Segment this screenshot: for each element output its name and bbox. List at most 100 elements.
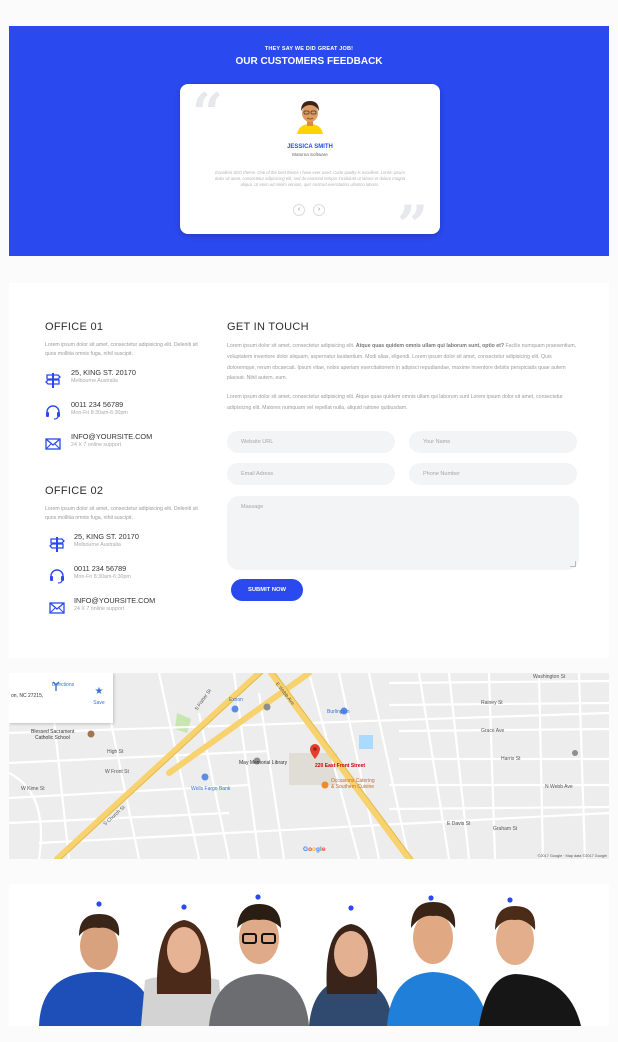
indicator-dot xyxy=(507,897,513,903)
map-info-panel: on, NC 27215, Directions ★ Save xyxy=(9,673,113,723)
map-label: W Kime St xyxy=(21,786,45,792)
gas-station-icon[interactable] xyxy=(231,705,239,713)
map-label: Wells Fargo Bank xyxy=(191,786,231,792)
map-label: May Memorial Library xyxy=(239,760,288,766)
envelope-icon xyxy=(49,602,65,614)
save-label: Save xyxy=(93,700,105,706)
map-label: Rainey St xyxy=(481,700,503,706)
email-subtext: 24 X 7 online support xyxy=(71,442,122,448)
email-input[interactable]: Email Adress xyxy=(227,463,395,485)
name-input[interactable]: Your Name xyxy=(409,431,577,453)
person-2 xyxy=(141,904,223,1026)
save-button[interactable]: ★ Save xyxy=(89,681,109,707)
phone-input[interactable]: Phone Number xyxy=(409,463,577,485)
directions-icon xyxy=(52,681,60,691)
open-quote-icon: “ xyxy=(192,81,224,145)
email-row: INFO@YOURSITE.COM 24 X 7 online support xyxy=(45,432,205,464)
phone-row: 0011 234 56789 Mon-Fri 8:30am-6:30pm xyxy=(45,400,205,432)
map-label: Catholic School xyxy=(35,735,70,741)
person-6 xyxy=(479,897,581,1026)
feedback-section: THEY SAY WE DID GREAT JOB! OUR CUSTOMERS… xyxy=(9,26,609,256)
pond xyxy=(359,735,373,749)
feedback-kicker: THEY SAY WE DID GREAT JOB! xyxy=(264,46,354,52)
headset-icon xyxy=(46,405,60,420)
office-title: OFFICE 01 xyxy=(45,321,104,333)
map-label: E Davis St xyxy=(447,821,471,827)
address-subtext: Melbourne Australia xyxy=(71,378,118,384)
chevron-right-icon[interactable]: › xyxy=(313,204,325,216)
map-label: Grace Ave xyxy=(481,728,505,734)
team-photo xyxy=(39,894,581,1026)
office-title: OFFICE 02 xyxy=(45,485,104,497)
testimonial-name: JESSICA SMITH xyxy=(287,144,333,150)
map-label: Washington St xyxy=(533,674,566,680)
person-3 xyxy=(209,894,309,1026)
submit-button[interactable]: SUBMIT NOW xyxy=(231,579,303,601)
marker-label: 220 East Front Street xyxy=(315,763,366,769)
map-address: on, NC 27215, xyxy=(11,693,44,699)
contact-title: GET IN TOUCH xyxy=(227,321,309,333)
map-label: & Southern Cuisine xyxy=(331,784,375,790)
contact-section: OFFICE 01 Lorem ipsum dolor sit amet, co… xyxy=(9,283,609,658)
indicator-dot xyxy=(255,894,261,900)
email-text[interactable]: INFO@YOURSITE.COM xyxy=(71,432,152,441)
directions-button[interactable]: Directions xyxy=(51,681,75,691)
indicator-dot xyxy=(348,905,354,911)
person-4 xyxy=(309,905,393,1026)
map-label: N Webb Ave xyxy=(545,784,573,790)
person-1 xyxy=(39,901,157,1026)
poi-icon[interactable] xyxy=(572,750,578,756)
office-description: Lorem ipsum dolor sit amet, consectetur … xyxy=(45,342,198,357)
para-text: Lorem ipsum dolor sit amet, consectetur … xyxy=(227,343,356,349)
indicator-dot xyxy=(428,895,434,901)
feedback-title: OUR CUSTOMERS FEEDBACK xyxy=(235,56,383,67)
email-text[interactable]: INFO@YOURSITE.COM xyxy=(74,596,155,605)
testimonial-text: Excellent SEO theme. One of the best the… xyxy=(214,170,406,187)
address-row: 25, KING ST. 20170 Melbourne Australia xyxy=(45,368,205,400)
park xyxy=(175,713,191,733)
google-logo: Google xyxy=(303,846,326,853)
phone-text[interactable]: 0011 234 56789 xyxy=(74,564,126,573)
signpost-icon xyxy=(49,537,65,552)
team-section xyxy=(9,884,609,1026)
contact-paragraph-2: Lorem ipsum dolor sit amet, consectetur … xyxy=(227,394,563,411)
testimonial-card: “ ” JESSICA SMITH Matorna Software Excel… xyxy=(180,81,440,252)
map-label: High St xyxy=(107,749,124,755)
school-icon[interactable] xyxy=(87,730,95,738)
message-textarea[interactable]: Massage xyxy=(227,496,579,570)
office-description: Lorem ipsum dolor sit amet, consectetur … xyxy=(45,506,198,521)
testimonial-role: Matorna Software xyxy=(292,152,328,157)
contact-paragraph-1: Lorem ipsum dolor sit amet, consectetur … xyxy=(227,341,579,384)
map-label: W Front St xyxy=(105,769,129,775)
map-label: Burlington xyxy=(327,709,350,715)
address-subtext: Melbourne Australia xyxy=(74,542,121,548)
map-label: Harris St xyxy=(501,756,521,762)
email-row: INFO@YOURSITE.COM 24 X 7 online support xyxy=(45,596,205,628)
address-text: 25, KING ST. 20170 xyxy=(71,368,136,377)
place-of-worship-icon[interactable] xyxy=(263,703,271,711)
chevron-left-icon[interactable]: ‹ xyxy=(293,204,305,216)
close-quote-icon: ” xyxy=(396,193,428,257)
get-in-touch: GET IN TOUCH Lorem ipsum dolor sit amet,… xyxy=(227,321,579,414)
address-text: 25, KING ST. 20170 xyxy=(74,532,139,541)
envelope-icon xyxy=(45,438,61,450)
phone-text[interactable]: 0011 234 56789 xyxy=(71,400,123,409)
phone-subtext: Mon-Fri 8:30am-6:30pm xyxy=(71,410,128,416)
bank-icon[interactable] xyxy=(201,773,209,781)
avatar xyxy=(297,101,323,134)
person-5 xyxy=(387,895,489,1026)
headset-icon xyxy=(50,569,64,584)
para-bold-text: Atque quas quidem omnis ullam qui laboru… xyxy=(355,343,505,349)
indicator-dot xyxy=(96,901,102,907)
email-subtext: 24 X 7 online support xyxy=(74,606,125,612)
office-02: OFFICE 02 Lorem ipsum dolor sit amet, co… xyxy=(45,485,205,628)
map[interactable]: on, NC 27215, Directions ★ Save Blessed … xyxy=(9,673,609,859)
building-block xyxy=(289,753,337,785)
star-icon: ★ xyxy=(94,686,104,697)
signpost-icon xyxy=(45,373,61,388)
website-input[interactable]: Website URL xyxy=(227,431,395,453)
restaurant-icon[interactable] xyxy=(321,781,329,789)
map-copyright: ©2017 Google · Map data ©2017 Google xyxy=(537,854,607,858)
map-label: Graham St xyxy=(493,826,518,832)
address-row: 25, KING ST. 20170 Melbourne Australia xyxy=(45,532,205,564)
